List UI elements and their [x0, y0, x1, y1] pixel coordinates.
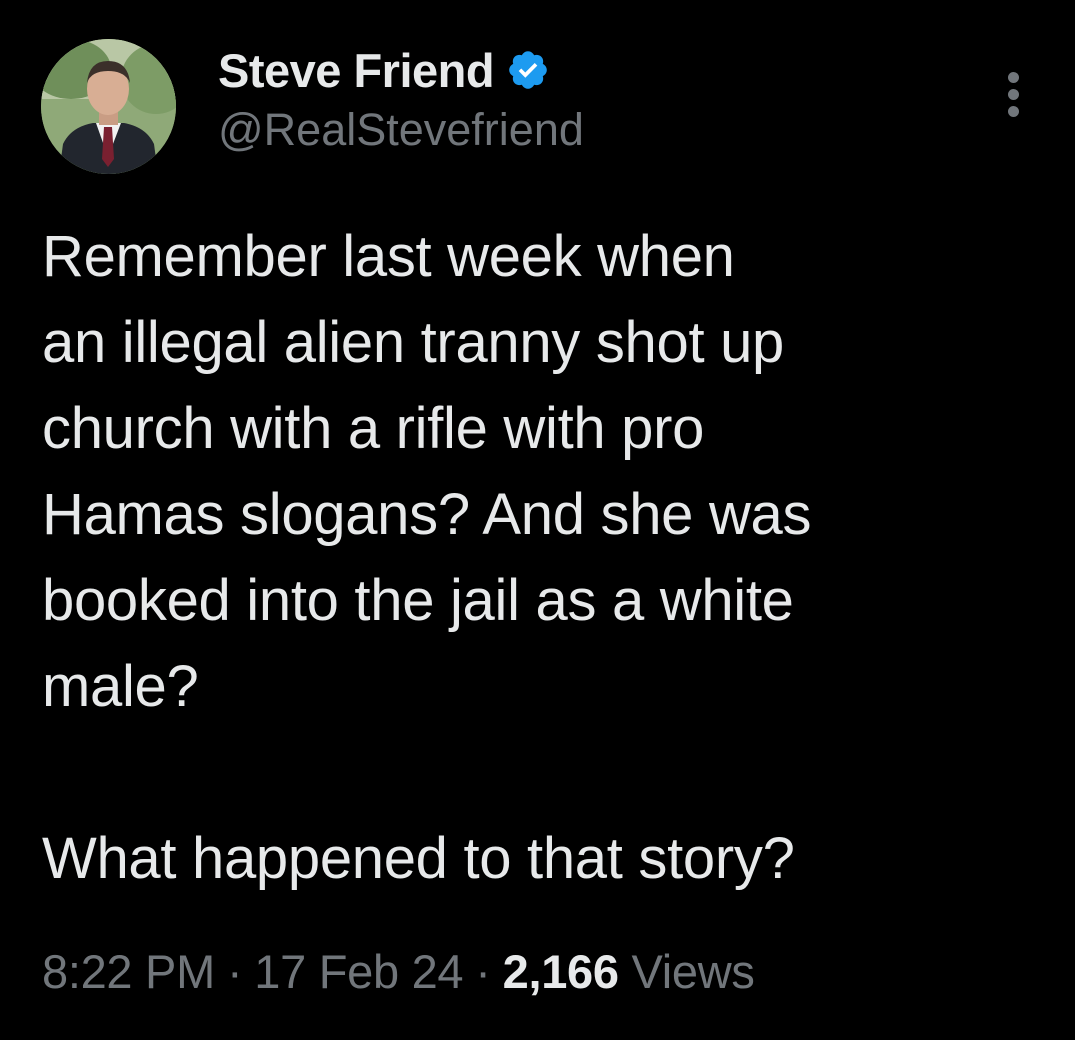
tweet-text-line: church with a rifle with pro [42, 396, 705, 461]
tweet-text-line: Remember last week when [42, 224, 735, 289]
tweet: Steve Friend @RealStevefriend Remember l… [0, 0, 1075, 1040]
verified-badge-icon[interactable] [506, 48, 550, 92]
meta-separator: · [226, 945, 243, 998]
tweet-text-line: male? [42, 654, 199, 719]
views-count: 2,166 [502, 945, 619, 998]
more-options-icon[interactable] [1000, 70, 1028, 118]
tweet-date[interactable]: 17 Feb 24 [254, 945, 463, 998]
avatar[interactable] [41, 39, 176, 174]
tweet-closing-line: What happened to that story? [42, 826, 795, 891]
tweet-text-line: Hamas slogans? And she was [42, 482, 812, 547]
author-name-row: Steve Friend [218, 38, 550, 102]
views-label: Views [631, 945, 755, 998]
author-display-name[interactable]: Steve Friend [218, 43, 495, 98]
avatar-photo [41, 39, 176, 174]
tweet-text: Remember last week when an illegal alien… [42, 214, 1042, 902]
tweet-text-line: an illegal alien tranny shot up [42, 310, 784, 375]
tweet-meta: 8:22 PM · 17 Feb 24 · 2,166 Views [42, 944, 755, 999]
author-handle[interactable]: @RealStevefriend [218, 104, 584, 156]
tweet-text-line: booked into the jail as a white [42, 568, 794, 633]
tweet-time[interactable]: 8:22 PM [42, 945, 215, 998]
meta-separator: · [475, 945, 491, 998]
